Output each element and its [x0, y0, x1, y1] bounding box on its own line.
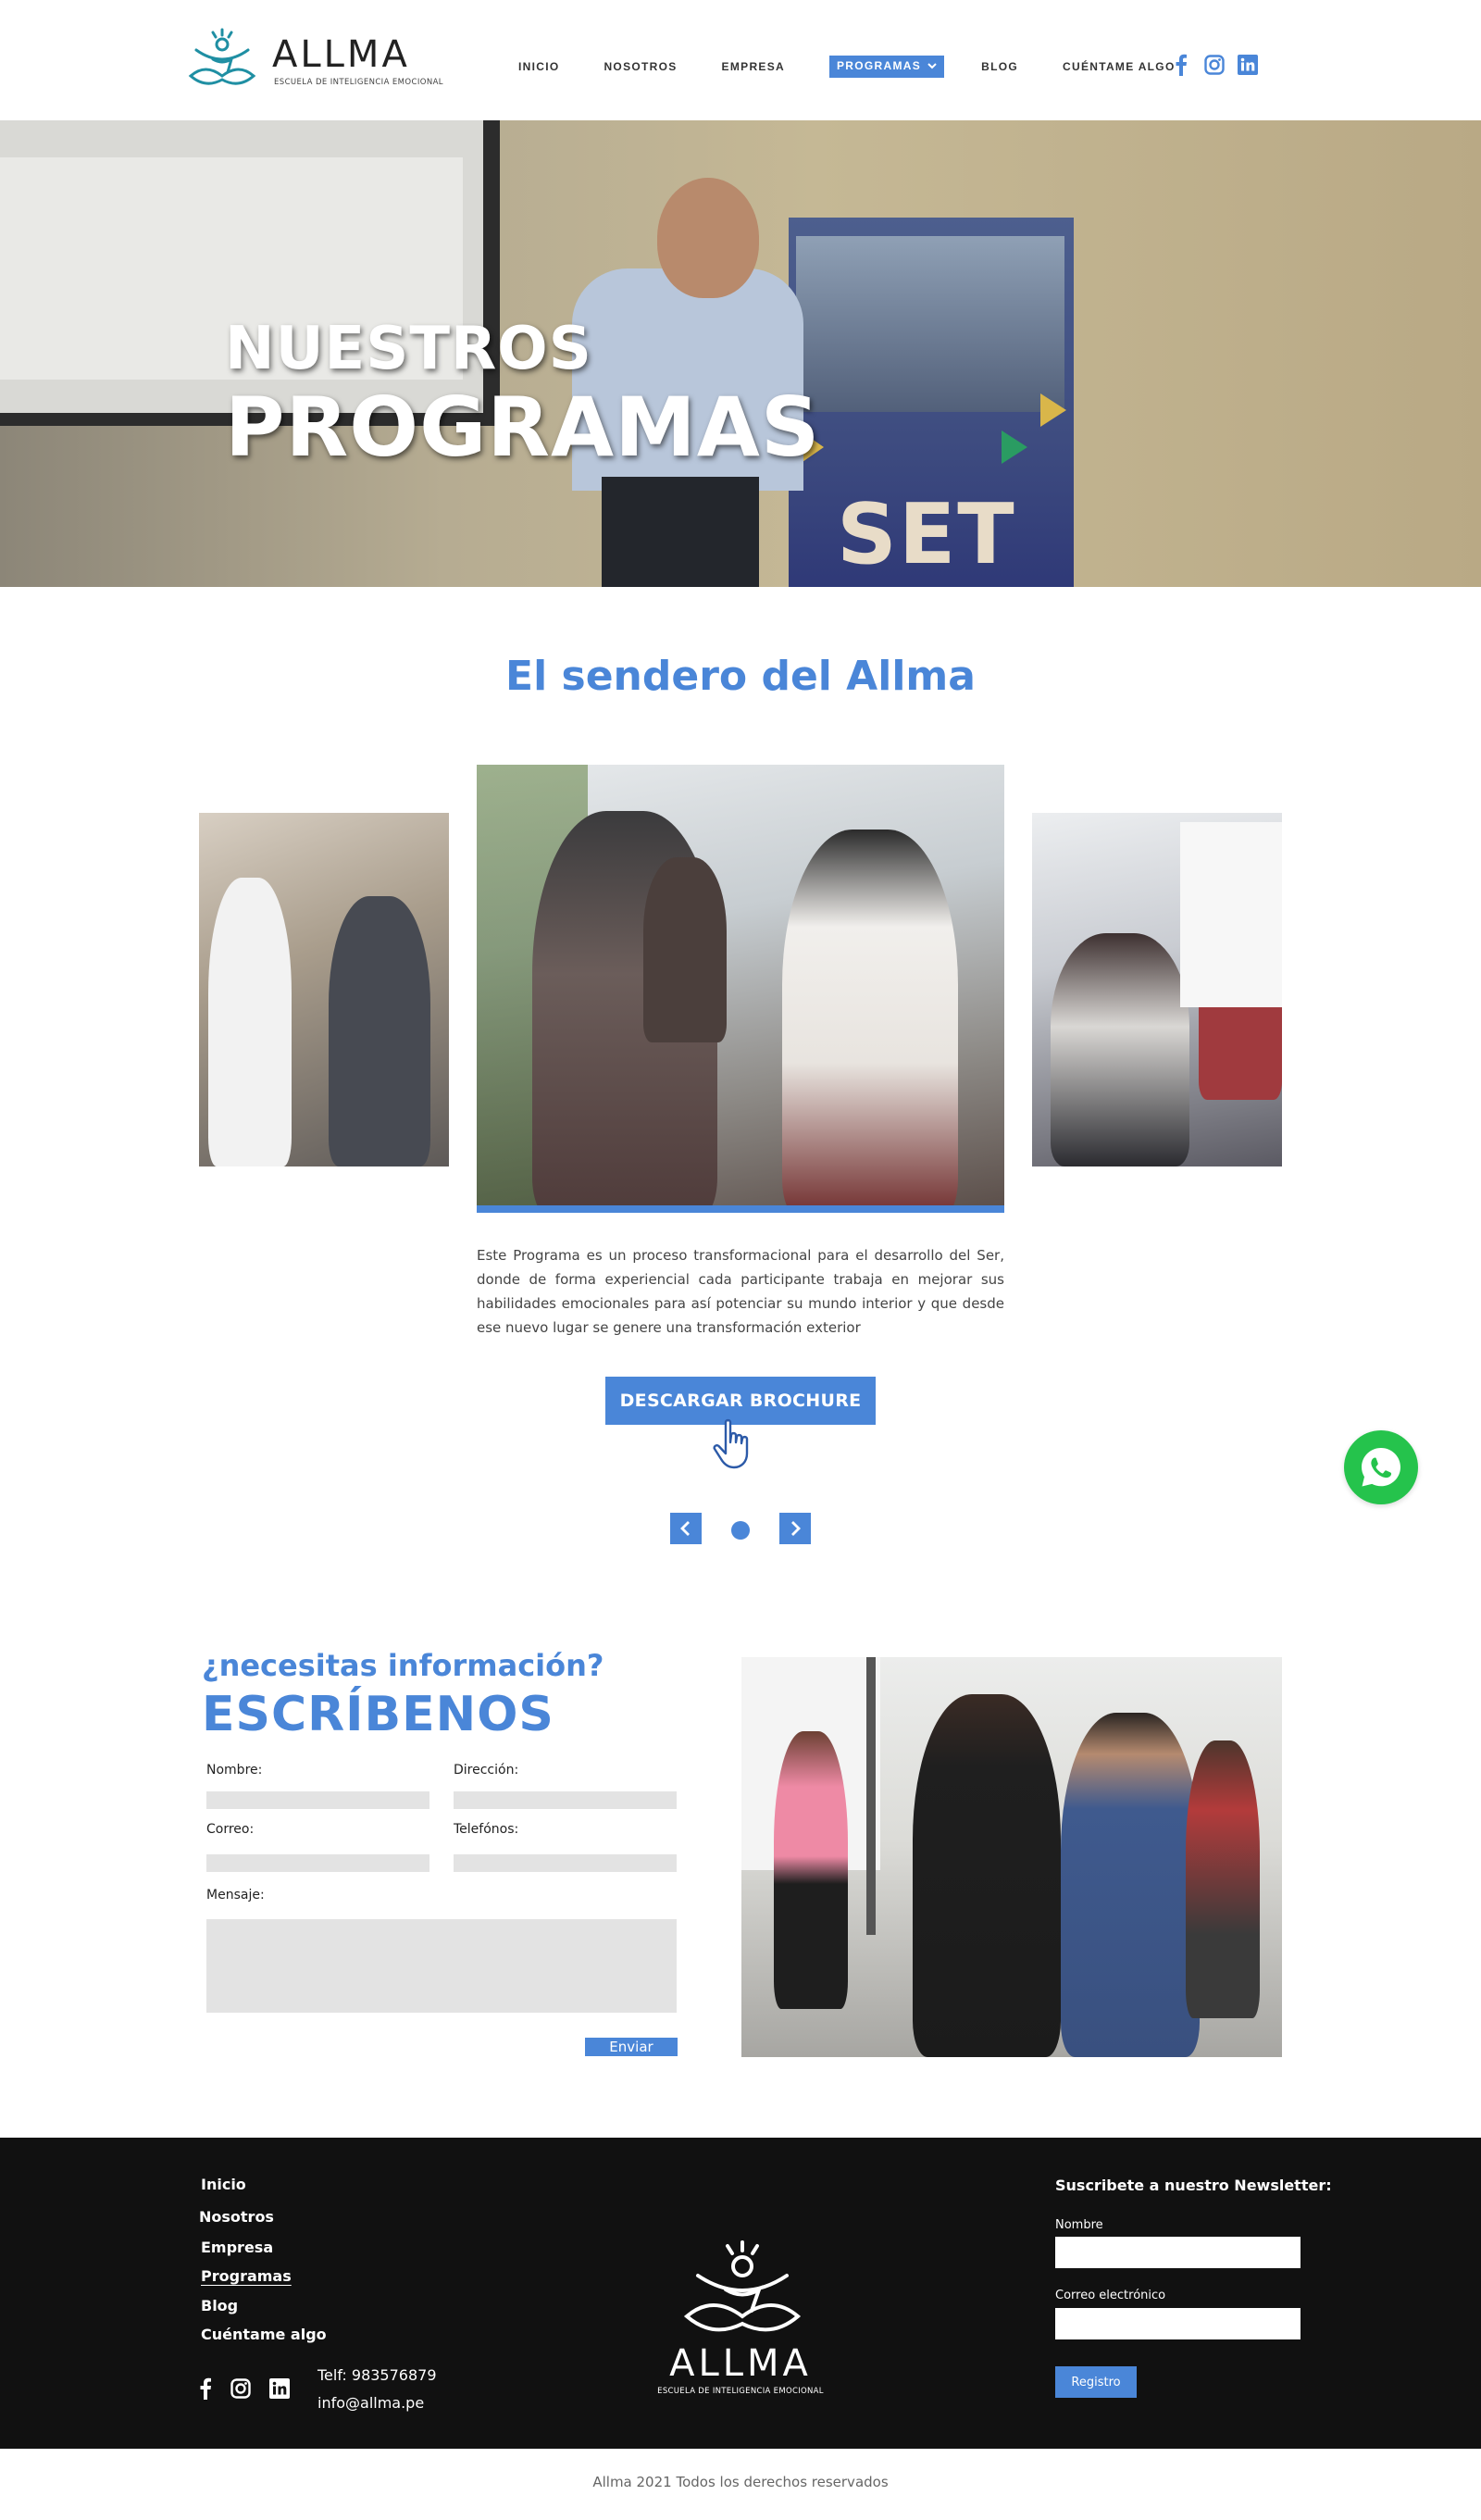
footer-phone: Telf: 983576879 — [317, 2366, 437, 2384]
logo-tagline: ESCUELA DE INTELIGENCIA EMOCIONAL — [274, 78, 443, 87]
header-social-links — [1170, 54, 1270, 76]
footer-email[interactable]: info@allma.pe — [317, 2394, 424, 2412]
newsletter-email-input[interactable] — [1055, 2308, 1301, 2339]
newsletter-register-button[interactable]: Registro — [1055, 2366, 1137, 2398]
carousel-prev-button[interactable] — [670, 1513, 702, 1544]
nav-item-programas[interactable]: PROGRAMAS — [829, 56, 945, 78]
whatsapp-button[interactable] — [1344, 1430, 1418, 1504]
hand-pointer-icon — [713, 1418, 749, 1469]
footer-lotus-logo-icon — [683, 2240, 802, 2332]
send-button[interactable]: Enviar — [585, 2038, 678, 2056]
copyright-text: Allma 2021 Todos los derechos reservados — [592, 2474, 889, 2490]
contact-title: ESCRÍBENOS — [202, 1687, 554, 1742]
newsletter-name-input[interactable] — [1055, 2237, 1301, 2268]
message-textarea[interactable] — [206, 1919, 677, 2013]
name-field[interactable] — [206, 1791, 429, 1809]
linkedin-icon[interactable] — [1237, 54, 1259, 76]
carousel-image-prev[interactable] — [199, 813, 449, 1166]
footer-link-inicio[interactable]: Inicio — [201, 2176, 246, 2193]
site-header: ALLMA ESCUELA DE INTELIGENCIA EMOCIONAL … — [0, 0, 1481, 120]
hero-title-line2: PROGRAMAS — [225, 380, 821, 475]
address-field[interactable] — [454, 1791, 677, 1809]
hero-banner-text: SET — [837, 486, 1016, 583]
lotus-logo-icon — [188, 28, 256, 85]
chevron-left-icon — [680, 1521, 690, 1536]
contact-subtitle: ¿necesitas información? — [202, 1648, 604, 1683]
email-field[interactable] — [206, 1854, 429, 1872]
message-label: Mensaje: — [206, 1888, 265, 1902]
name-label: Nombre: — [206, 1763, 263, 1778]
nav-item-nosotros[interactable]: NOSOTROS — [604, 56, 677, 77]
main-nav: INICIO NOSOTROS EMPRESA PROGRAMAS BLOG C… — [518, 56, 1220, 78]
nav-item-programas-label: PROGRAMAS — [837, 59, 922, 72]
chevron-right-icon — [791, 1521, 801, 1536]
nav-item-empresa[interactable]: EMPRESA — [722, 56, 785, 77]
phones-field[interactable] — [454, 1854, 677, 1872]
footer-linkedin-icon[interactable] — [268, 2377, 291, 2400]
nav-item-cuentame-algo[interactable]: CUÉNTAME ALGO — [1063, 56, 1176, 77]
facebook-icon[interactable] — [1170, 54, 1192, 76]
carousel-image-active[interactable] — [477, 765, 1004, 1213]
hero-banner: SET NUESTROS PROGRAMAS — [0, 120, 1481, 587]
footer-link-blog[interactable]: Blog — [201, 2297, 238, 2314]
carousel-next-button[interactable] — [779, 1513, 811, 1544]
hero-title-line1: NUESTROS — [225, 315, 592, 383]
footer-logo-tagline: ESCUELA DE INTELIGENCIA EMOCIONAL — [657, 2387, 824, 2396]
footer-link-cuentame-algo[interactable]: Cuéntame algo — [201, 2326, 327, 2343]
whatsapp-icon — [1362, 1448, 1400, 1487]
footer-link-nosotros[interactable]: Nosotros — [199, 2208, 274, 2226]
logo-wordmark: ALLMA — [272, 33, 410, 76]
newsletter-title: Suscribete a nuestro Newsletter: — [1055, 2177, 1332, 2194]
hero-rollup-banner: SET — [789, 218, 1074, 587]
address-label: Dirección: — [454, 1763, 519, 1778]
footer-instagram-icon[interactable] — [230, 2377, 252, 2400]
chevron-down-icon — [924, 62, 937, 72]
footer-link-programas[interactable]: Programas — [201, 2267, 292, 2285]
carousel-dot[interactable] — [731, 1521, 750, 1540]
newsletter-name-label: Nombre — [1055, 2218, 1103, 2232]
footer-link-empresa[interactable]: Empresa — [201, 2239, 273, 2256]
carousel-image-next[interactable] — [1032, 813, 1282, 1166]
email-label: Correo: — [206, 1822, 255, 1837]
program-title: El sendero del Allma — [505, 653, 976, 700]
nav-item-blog[interactable]: BLOG — [981, 56, 1018, 77]
footer-facebook-icon[interactable] — [194, 2377, 217, 2400]
program-description: Este Programa es un proceso transformaci… — [477, 1247, 1004, 1336]
instagram-icon[interactable] — [1203, 54, 1226, 76]
newsletter-email-label: Correo electrónico — [1055, 2289, 1166, 2302]
carousel-active-indicator-bar — [477, 1205, 1004, 1213]
contact-photo — [741, 1657, 1282, 2057]
footer-logo-wordmark: ALLMA — [669, 2342, 812, 2385]
phones-label: Telefónos: — [454, 1822, 519, 1837]
allma-logo[interactable]: ALLMA ESCUELA DE INTELIGENCIA EMOCIONAL — [185, 28, 443, 93]
nav-item-inicio[interactable]: INICIO — [518, 56, 559, 77]
